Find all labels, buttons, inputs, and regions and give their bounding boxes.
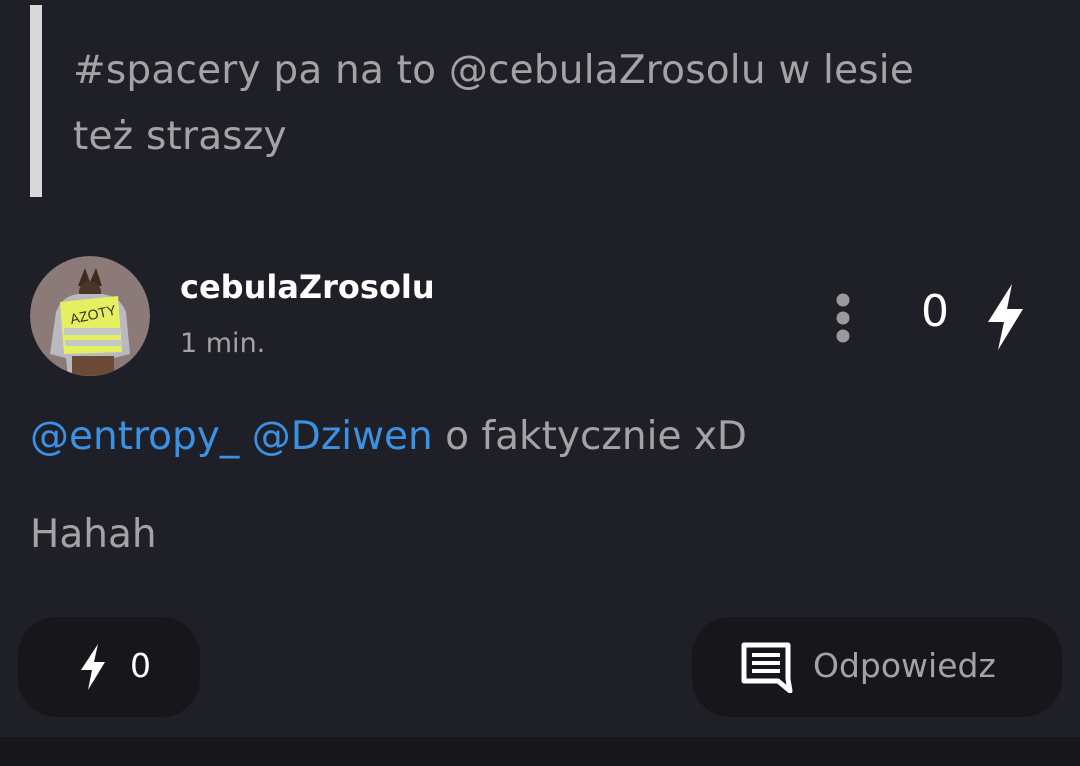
like-count: 0 — [130, 646, 151, 685]
quote-line-2: też straszy — [73, 114, 287, 159]
reply-label: Odpowiedz — [813, 646, 996, 685]
avatar-image: AZOTY — [30, 256, 150, 376]
mention-dziwen[interactable]: @Dziwen — [252, 414, 433, 459]
comment-icon — [741, 642, 793, 693]
vote-button[interactable] — [983, 282, 1027, 352]
post-time: 1 min. — [180, 328, 266, 359]
mention-entropy[interactable]: @entropy_ — [30, 414, 239, 459]
comment-text: @entropy_ @Dziwen o faktycznie xD — [30, 414, 747, 459]
more-options-button[interactable] — [828, 290, 858, 346]
quote-line-1: #spacery pa na to @cebulaZrosolu w lesie — [73, 48, 915, 93]
lightning-bolt-icon — [988, 284, 1023, 350]
like-button[interactable]: 0 — [18, 617, 200, 717]
comment-text-rest: o faktycznie xD — [432, 414, 747, 459]
avatar-vest-stripe-2 — [65, 340, 121, 346]
lightning-bolt-icon — [81, 644, 105, 690]
comment-text-second-line: Hahah — [30, 512, 157, 557]
bottom-divider — [0, 737, 1080, 766]
avatar-legs — [72, 356, 114, 376]
more-vertical-icon — [836, 293, 850, 343]
quote-bar — [30, 5, 42, 197]
quote-text: #spacery pa na to @cebulaZrosolu w lesie… — [73, 38, 1013, 170]
avatar[interactable]: AZOTY — [30, 256, 150, 376]
reply-button[interactable]: Odpowiedz — [692, 617, 1062, 717]
quoted-parent-comment: #spacery pa na to @cebulaZrosolu w lesie… — [30, 5, 1040, 197]
avatar-vest-stripe-1 — [64, 328, 120, 335]
vote-score: 0 — [921, 286, 949, 337]
author-name[interactable]: cebulaZrosolu — [180, 268, 435, 306]
